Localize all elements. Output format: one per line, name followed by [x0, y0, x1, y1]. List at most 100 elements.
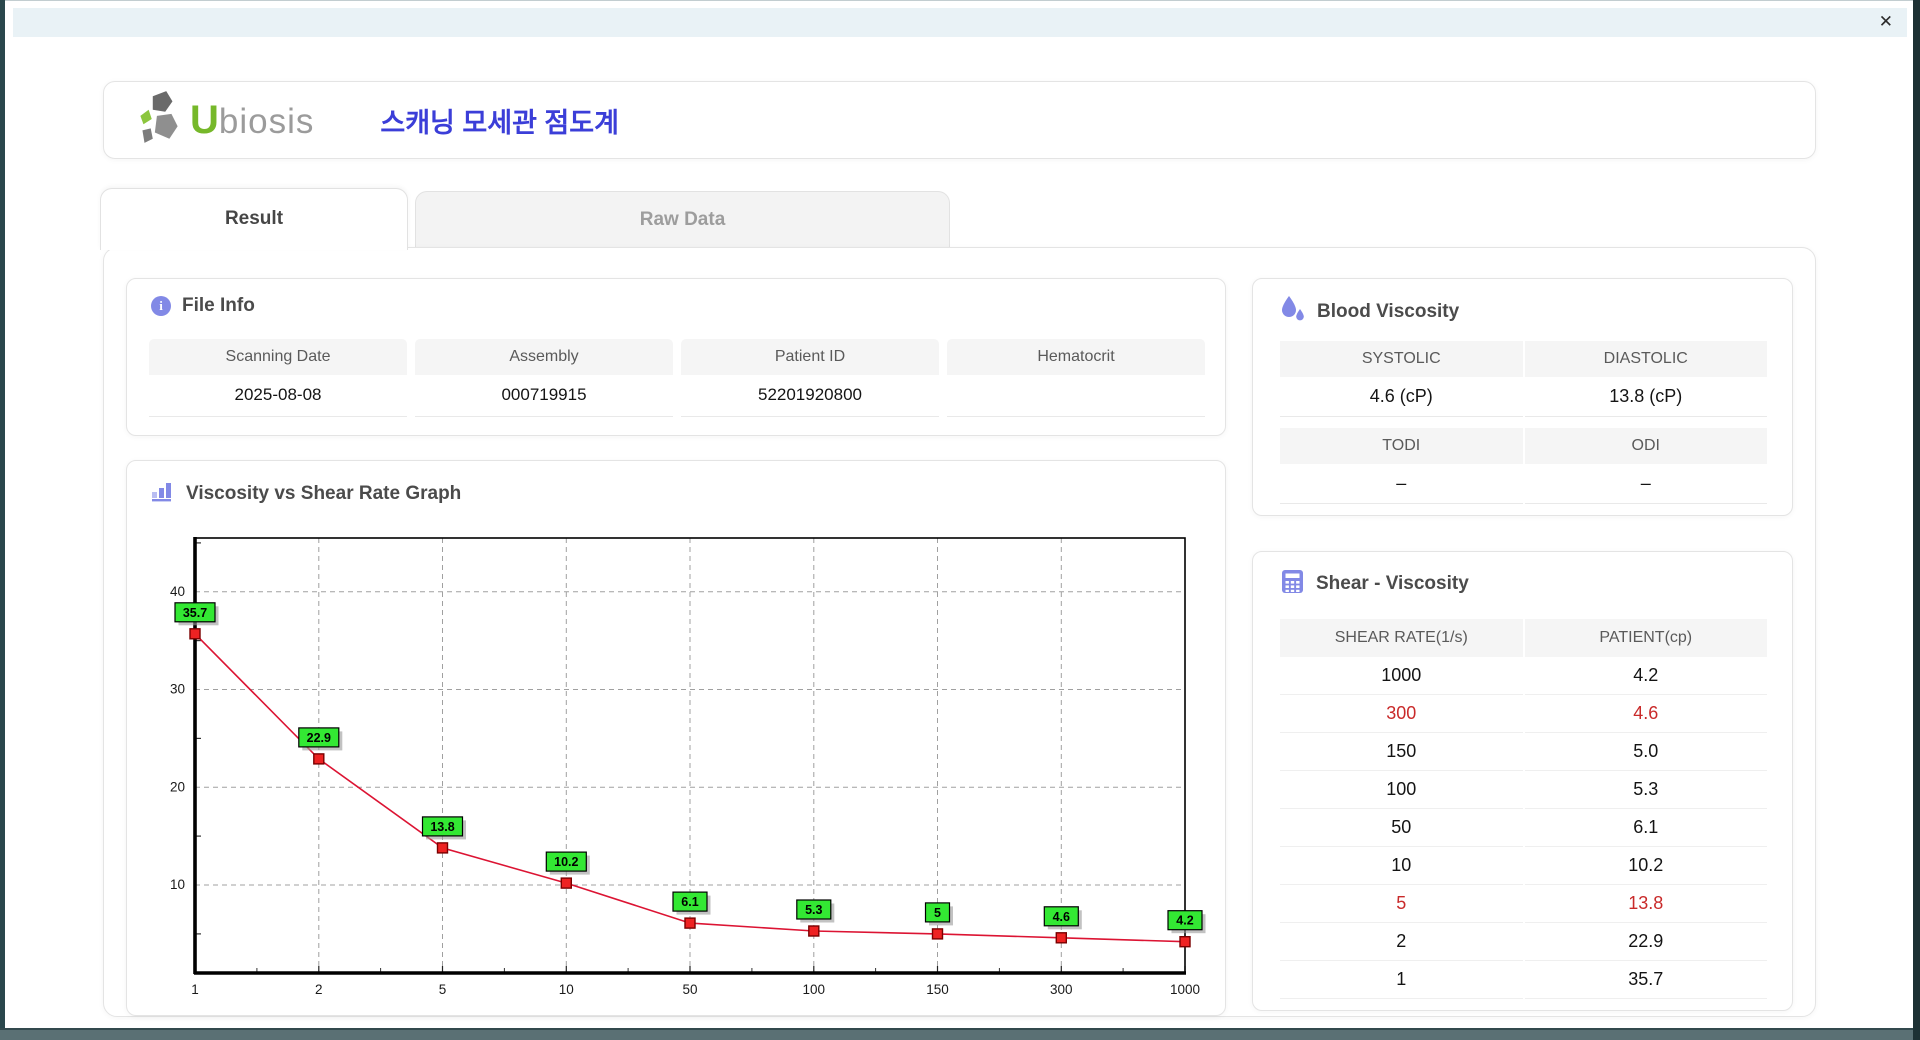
- svg-text:5: 5: [439, 982, 447, 997]
- file-info-col-patient-id: Patient ID 52201920800: [681, 339, 939, 417]
- svg-text:35.7: 35.7: [183, 606, 207, 620]
- blood-viscosity-title: Blood Viscosity: [1317, 300, 1460, 322]
- shear-table-row: 300 4.6: [1280, 695, 1767, 733]
- svg-text:1000: 1000: [1170, 982, 1200, 997]
- field-value: 000719915: [415, 375, 673, 417]
- desktop-right-strip: [1913, 0, 1920, 1040]
- shear-table-row: 10 10.2: [1280, 847, 1767, 885]
- ubiosis-logo-icon: [134, 89, 184, 152]
- shear-table-row: 2 22.9: [1280, 923, 1767, 961]
- shear-viscosity-table-body: 1000 4.2 300 4.6 150 5.0 100 5.3 50 6.1 10 10.2 5 13.…: [1280, 657, 1767, 999]
- svg-text:22.9: 22.9: [307, 731, 331, 745]
- svg-text:5: 5: [934, 906, 941, 920]
- result-panel: i File Info Scanning Date 2025-08-08 Ass…: [103, 247, 1816, 1017]
- systolic-value: 4.6 (cP): [1280, 377, 1523, 417]
- file-info-col-assembly: Assembly 000719915: [415, 339, 673, 417]
- odi-label: ODI: [1524, 428, 1767, 464]
- diastolic-value: 13.8 (cP): [1524, 377, 1767, 417]
- calculator-icon: [1280, 569, 1305, 599]
- logo-letter-u: U: [190, 97, 219, 142]
- shear-rate-cell: 2: [1280, 923, 1523, 961]
- file-info-header: i File Info: [151, 295, 255, 317]
- app-window: ✕ U biosis 스캐닝 모세관 점도계 Result Raw Data i…: [5, 0, 1913, 1028]
- svg-text:300: 300: [1050, 982, 1073, 997]
- svg-text:20: 20: [170, 779, 185, 794]
- shear-rate-cell: 5: [1280, 885, 1523, 923]
- systolic-label: SYSTOLIC: [1280, 341, 1523, 377]
- patient-viscosity-cell: 6.1: [1524, 809, 1767, 847]
- file-info-grid: Scanning Date 2025-08-08 Assembly 000719…: [149, 339, 1205, 417]
- todi-value: –: [1280, 464, 1523, 504]
- blood-viscosity-row-2: TODI ODI – –: [1280, 428, 1767, 504]
- close-icon[interactable]: ✕: [1879, 12, 1893, 32]
- ubiosis-logo-text: U biosis: [190, 98, 314, 143]
- blood-viscosity-row-1: SYSTOLIC DIASTOLIC 4.6 (cP) 13.8 (cP): [1280, 341, 1767, 417]
- graph-card: Viscosity vs Shear Rate Graph 10 20 30 40 1 2…: [126, 460, 1226, 1016]
- field-value: 2025-08-08: [149, 375, 407, 417]
- shear-table-row: 1000 4.2: [1280, 657, 1767, 695]
- shear-rate-cell: 150: [1280, 733, 1523, 771]
- svg-text:10: 10: [170, 877, 185, 892]
- shear-viscosity-card: Shear - Viscosity SHEAR RATE(1/s) PATIEN…: [1252, 551, 1793, 1011]
- info-icon: i: [151, 296, 171, 316]
- svg-text:13.8: 13.8: [430, 820, 454, 834]
- shear-rate-cell: 300: [1280, 695, 1523, 733]
- shear-viscosity-table: SHEAR RATE(1/s) PATIENT(cp) 1000 4.2 300 4.…: [1280, 619, 1767, 999]
- patient-viscosity-cell: 4.6: [1524, 695, 1767, 733]
- shear-table-row: 50 6.1: [1280, 809, 1767, 847]
- blood-viscosity-header: Blood Viscosity: [1280, 295, 1459, 328]
- shear-table-row: 100 5.3: [1280, 771, 1767, 809]
- svg-text:5.3: 5.3: [805, 903, 822, 917]
- field-label: Patient ID: [681, 339, 939, 375]
- droplets-icon: [1280, 295, 1306, 328]
- shear-table-row: 1 35.7: [1280, 961, 1767, 999]
- svg-text:40: 40: [170, 584, 185, 599]
- tab-raw-data[interactable]: Raw Data: [415, 191, 950, 248]
- logo-letters-biosis: biosis: [218, 101, 315, 141]
- header-card: U biosis 스캐닝 모세관 점도계: [103, 81, 1816, 159]
- graph-title: Viscosity vs Shear Rate Graph: [186, 482, 462, 504]
- shear-viscosity-title: Shear - Viscosity: [1316, 573, 1469, 594]
- svg-text:100: 100: [803, 982, 826, 997]
- patient-viscosity-cell: 4.2: [1524, 657, 1767, 695]
- patient-column-header: PATIENT(cp): [1524, 619, 1767, 657]
- field-value: 52201920800: [681, 375, 939, 417]
- svg-text:10.2: 10.2: [554, 855, 578, 869]
- svg-text:50: 50: [682, 982, 697, 997]
- app-title-korean: 스캐닝 모세관 점도계: [380, 107, 619, 138]
- shear-rate-column-header: SHEAR RATE(1/s): [1280, 619, 1523, 657]
- patient-viscosity-cell: 5.3: [1524, 771, 1767, 809]
- graph-header: Viscosity vs Shear Rate Graph: [151, 479, 461, 508]
- desktop-bottom-strip: [0, 1028, 1920, 1040]
- ubiosis-logo: U biosis: [134, 89, 314, 152]
- shear-rate-cell: 10: [1280, 847, 1523, 885]
- file-info-col-hematocrit: Hematocrit: [947, 339, 1205, 417]
- svg-text:4.2: 4.2: [1176, 914, 1193, 928]
- file-info-col-scanning-date: Scanning Date 2025-08-08: [149, 339, 407, 417]
- odi-value: –: [1524, 464, 1767, 504]
- patient-viscosity-cell: 5.0: [1524, 733, 1767, 771]
- tab-result[interactable]: Result: [100, 188, 408, 250]
- bar-chart-icon: [151, 479, 175, 508]
- svg-text:30: 30: [170, 682, 185, 697]
- shear-viscosity-header: Shear - Viscosity: [1280, 569, 1469, 599]
- shear-table-row: 5 13.8: [1280, 885, 1767, 923]
- patient-viscosity-cell: 35.7: [1524, 961, 1767, 999]
- svg-text:10: 10: [559, 982, 574, 997]
- blood-viscosity-card: Blood Viscosity SYSTOLIC DIASTOLIC 4.6 (…: [1252, 278, 1793, 516]
- file-info-title: File Info: [182, 295, 255, 316]
- patient-viscosity-cell: 22.9: [1524, 923, 1767, 961]
- viscosity-shear-chart: 10 20 30 40 1 2 5 10 50 100 150 300 1000 35.7 22.9 13.8…: [170, 537, 1206, 997]
- field-label: Assembly: [415, 339, 673, 375]
- svg-text:150: 150: [926, 982, 949, 997]
- shear-rate-cell: 1000: [1280, 657, 1523, 695]
- shear-rate-cell: 100: [1280, 771, 1523, 809]
- shear-table-head: SHEAR RATE(1/s) PATIENT(cp): [1280, 619, 1767, 657]
- window-titlebar: ✕: [13, 8, 1907, 37]
- todi-label: TODI: [1280, 428, 1523, 464]
- field-label: Hematocrit: [947, 339, 1205, 375]
- field-value: [947, 375, 1205, 417]
- patient-viscosity-cell: 13.8: [1524, 885, 1767, 923]
- shear-table-row: 150 5.0: [1280, 733, 1767, 771]
- field-label: Scanning Date: [149, 339, 407, 375]
